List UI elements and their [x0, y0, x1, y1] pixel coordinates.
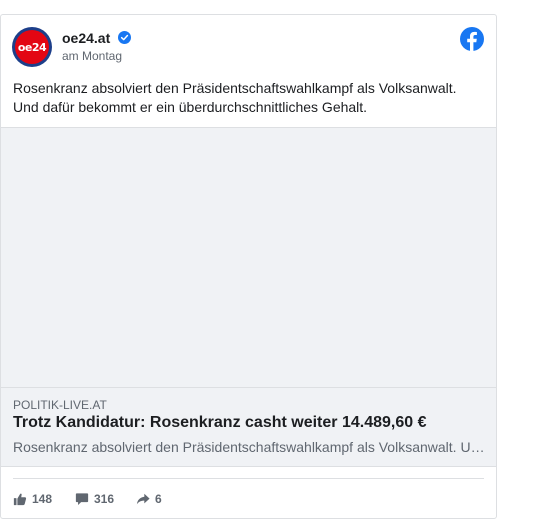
share-count: 6	[155, 492, 162, 506]
comment-bubble-icon	[75, 493, 89, 505]
link-title[interactable]: Trotz Kandidatur: Rosenkranz casht weite…	[13, 414, 426, 432]
share-button[interactable]: 6	[136, 492, 162, 506]
avatar-logo: oe24	[15, 30, 49, 64]
comment-count: 316	[94, 492, 115, 506]
comment-button[interactable]: 316	[75, 492, 114, 506]
post-message: Rosenkranz absolviert den Präsidentschaf…	[13, 79, 483, 117]
action-bar: 148 316 6	[13, 478, 484, 519]
post-timestamp[interactable]: am Montag	[62, 49, 122, 63]
page-avatar[interactable]: oe24	[12, 27, 52, 67]
like-count: 148	[32, 492, 53, 506]
thumbs-up-icon	[13, 493, 27, 506]
facebook-logo-icon[interactable]	[460, 27, 484, 51]
verified-badge-icon	[118, 31, 131, 44]
link-domain: POLITIK-LIVE.AT	[13, 398, 107, 412]
link-preview[interactable]: POLITIK-LIVE.AT Trotz Kandidatur: Rosenk…	[1, 387, 496, 467]
share-arrow-icon	[136, 493, 150, 505]
link-description: Rosenkranz absolviert den Präsidentschaf…	[13, 439, 489, 455]
facebook-post-embed: oe24 oe24.at am Montag Rosenkranz absolv…	[0, 14, 497, 519]
post-message-line: Rosenkranz absolviert den Präsidentschaf…	[13, 80, 457, 96]
post-header: oe24 oe24.at am Montag	[12, 27, 484, 69]
page-name-link[interactable]: oe24.at	[62, 30, 110, 46]
link-preview-image[interactable]	[1, 127, 496, 387]
post-message-line: Und dafür bekommt er ein überdurchschnit…	[13, 99, 368, 115]
like-button[interactable]: 148	[13, 492, 52, 506]
